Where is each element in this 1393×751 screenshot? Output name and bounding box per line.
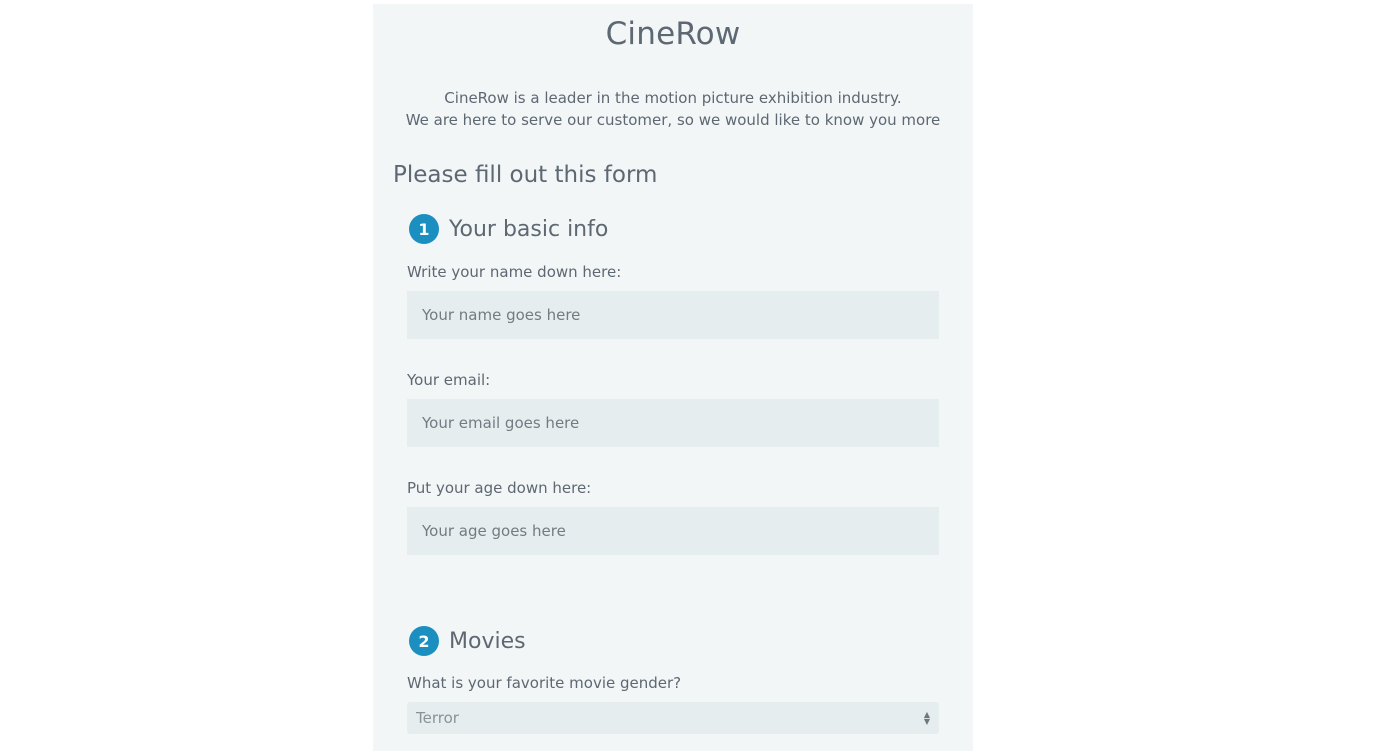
name-input[interactable]: [407, 291, 939, 339]
intro-line-2: We are here to serve our customer, so we…: [405, 111, 941, 129]
page-title: CineRow: [605, 16, 741, 52]
up-down-chevron-icon: ▲ ▼: [923, 710, 930, 726]
movie-gender-selected-value: Terror: [416, 709, 459, 727]
section-basic-info: 1 Your basic info: [409, 214, 608, 244]
section-title-movies: Movies: [449, 628, 526, 654]
age-label: Put your age down here:: [407, 479, 592, 497]
name-label: Write your name down here:: [407, 263, 622, 281]
movie-gender-select[interactable]: Terror ▲ ▼: [407, 702, 939, 734]
step-2-badge: 2: [409, 626, 439, 656]
intro-text: CineRow is a leader in the motion pictur…: [373, 87, 973, 131]
email-label: Your email:: [407, 371, 491, 389]
form-panel: CineRow CineRow is a leader in the motio…: [373, 4, 973, 751]
age-input[interactable]: [407, 507, 939, 555]
section-movies: 2 Movies: [409, 626, 526, 656]
email-input[interactable]: [407, 399, 939, 447]
step-1-badge: 1: [409, 214, 439, 244]
intro-line-1: CineRow is a leader in the motion pictur…: [444, 89, 902, 107]
section-title-basic-info: Your basic info: [449, 216, 609, 242]
movie-gender-label: What is your favorite movie gender?: [407, 674, 682, 692]
form-heading: Please fill out this form: [393, 162, 658, 188]
